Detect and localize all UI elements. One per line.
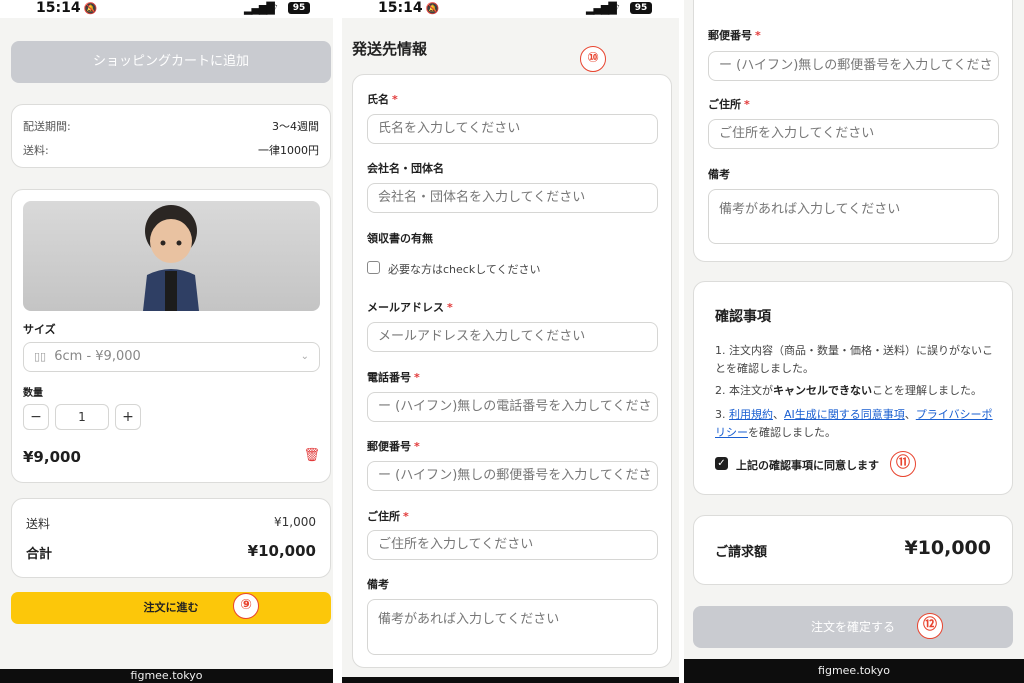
size-label: サイズ bbox=[23, 323, 56, 336]
step-badge-11: ⑪ bbox=[890, 451, 916, 477]
proceed-button-label: 注文に進む bbox=[143, 601, 199, 614]
confirm-item-2: 2. 本注文がキャンセルできないことを理解しました。 bbox=[715, 384, 982, 397]
site-footer: figmee.tokyo bbox=[684, 659, 1024, 683]
quantity-input[interactable]: 1 bbox=[55, 404, 109, 430]
postal-input[interactable]: ー (ハイフン)無しの郵便番号を入力してくださ bbox=[367, 461, 658, 491]
add-to-cart-button[interactable]: ショッピングカートに追加 bbox=[11, 41, 331, 83]
quantity-minus-button[interactable]: − bbox=[23, 404, 49, 430]
billing-label: ご請求額 bbox=[715, 545, 768, 560]
notes-label: 備考 bbox=[708, 168, 730, 181]
proceed-to-order-button[interactable]: 注文に進む bbox=[11, 592, 331, 624]
wifi-icon: ⌔ bbox=[610, 1, 622, 15]
step-badge-12: ⑫ bbox=[917, 613, 943, 639]
page-title: 発送先情報 bbox=[352, 40, 428, 58]
total-label: 合計 bbox=[26, 547, 53, 562]
name-input[interactable]: 氏名を入力してください bbox=[367, 114, 658, 144]
receipt-label: 領収書の有無 bbox=[367, 232, 433, 245]
quantity-plus-button[interactable]: + bbox=[115, 404, 141, 430]
shipping-info-card: 配送期間: 3〜4週間 送料: 一律1000円 bbox=[11, 104, 331, 168]
form-card-continued: 郵便番号 * ー (ハイフン)無しの郵便番号を入力してくださ ご住所 * ご住所を入… bbox=[693, 0, 1013, 262]
battery-icon: 95 bbox=[630, 2, 652, 14]
confirm-item-1: 1. 注文内容（商品・数量・価格・送料）に誤りがないことを確認しました。 bbox=[715, 344, 993, 375]
postal-label: 郵便番号 * bbox=[708, 29, 761, 42]
address-label: ご住所 * bbox=[708, 98, 750, 111]
notes-textarea[interactable]: 備考があれば入力してください bbox=[708, 189, 999, 244]
address-label: ご住所 * bbox=[367, 510, 409, 523]
cart-panel: 15:14 🔕 ▂▄▆█ ⌔ 95 ショッピングカートに追加 配送期間: 3〜4週… bbox=[0, 0, 333, 683]
shipping-fee-label: 送料: bbox=[23, 144, 49, 157]
wifi-icon: ⌔ bbox=[268, 1, 280, 15]
postal-input[interactable]: ー (ハイフン)無しの郵便番号を入力してくださ bbox=[708, 51, 999, 81]
size-select[interactable]: ▯▯ 6cm - ¥9,000 ⌄ bbox=[23, 342, 320, 372]
name-label: 氏名 * bbox=[367, 93, 398, 106]
company-input[interactable]: 会社名・団体名を入力してください bbox=[367, 183, 658, 213]
shipping-form-card: 氏名 * 氏名を入力してください 会社名・団体名 会社名・団体名を入力してください… bbox=[352, 74, 672, 668]
company-label: 会社名・団体名 bbox=[367, 162, 444, 175]
email-label: メールアドレス * bbox=[367, 301, 453, 314]
confirm-order-button-label: 注文を確定する bbox=[810, 620, 895, 634]
footer-domain: figmee.tokyo bbox=[130, 669, 203, 682]
phone-label: 電話番号 * bbox=[367, 371, 420, 384]
billing-card: ご請求額 ¥10,000 bbox=[693, 515, 1013, 585]
product-card: サイズ ▯▯ 6cm - ¥9,000 ⌄ 数量 − 1 + ¥9,000 🗑 bbox=[11, 189, 331, 483]
confirmation-title: 確認事項 bbox=[715, 309, 771, 325]
shipping-form-panel: 15:14 🔕 ▂▄▆█ ⌔ 95 発送先情報 ⑩ 氏名 * 氏名を入力してください… bbox=[342, 0, 679, 683]
billing-amount: ¥10,000 bbox=[904, 537, 991, 559]
bottom-bar bbox=[342, 677, 679, 683]
shipping-period-value: 3〜4週間 bbox=[272, 120, 319, 133]
confirm-order-button[interactable]: 注文を確定する bbox=[693, 606, 1013, 648]
footer-domain: figmee.tokyo bbox=[818, 664, 890, 677]
confirm-panel: 郵便番号 * ー (ハイフン)無しの郵便番号を入力してくださ ご住所 * ご住所を入… bbox=[684, 0, 1024, 683]
email-input[interactable]: メールアドレスを入力してください bbox=[367, 322, 658, 352]
no-cancel-emphasis: キャンセルできない bbox=[773, 384, 872, 397]
step-badge-9: ⑨ bbox=[233, 593, 259, 619]
status-bar: 15:14 🔕 ▂▄▆█ ⌔ 95 bbox=[342, 0, 679, 18]
status-time: 15:14 🔕 bbox=[36, 0, 98, 16]
summary-shipping-label: 送料 bbox=[26, 517, 51, 531]
notes-label: 備考 bbox=[367, 578, 389, 591]
silent-bell-icon: 🔕 bbox=[83, 2, 98, 15]
confirm-item-3: 3. 利用規約、AI生成に関する同意事項、プライバシーポリシーを確認しました。 bbox=[715, 408, 993, 439]
status-bar: 15:14 🔕 ▂▄▆█ ⌔ 95 bbox=[0, 0, 333, 18]
quantity-label: 数量 bbox=[23, 388, 43, 399]
product-image bbox=[23, 201, 320, 311]
ai-consent-link[interactable]: AI生成に関する同意事項 bbox=[784, 408, 905, 421]
checkmark-icon: ✓ bbox=[717, 458, 726, 469]
notes-textarea[interactable]: 備考があれば入力してください bbox=[367, 599, 658, 655]
terms-link[interactable]: 利用規約 bbox=[729, 408, 773, 421]
total-value: ¥10,000 bbox=[247, 542, 316, 560]
chevron-down-icon: ⌄ bbox=[300, 351, 309, 362]
summary-shipping-value: ¥1,000 bbox=[274, 515, 316, 529]
shipping-fee-value: 一律1000円 bbox=[258, 144, 319, 157]
agree-checkbox[interactable]: ✓ bbox=[715, 457, 728, 470]
trash-icon[interactable]: 🗑 bbox=[303, 448, 320, 463]
confirmation-card: 確認事項 1. 注文内容（商品・数量・価格・送料）に誤りがないことを確認しました… bbox=[693, 281, 1013, 495]
size-select-value: 6cm - ¥9,000 bbox=[54, 349, 141, 364]
receipt-checkbox[interactable] bbox=[367, 261, 380, 274]
shipping-period-label: 配送期間: bbox=[23, 120, 71, 133]
address-input[interactable]: ご住所を入力してください bbox=[708, 119, 999, 149]
step-badge-10: ⑩ bbox=[580, 46, 606, 72]
phone-input[interactable]: ー (ハイフン)無しの電話番号を入力してくださ bbox=[367, 392, 658, 422]
figure-illustration bbox=[143, 205, 199, 311]
agree-label: 上記の確認事項に同意します bbox=[736, 459, 879, 472]
site-footer: figmee.tokyo bbox=[0, 669, 333, 683]
order-summary-card: 送料 ¥1,000 合計 ¥10,000 bbox=[11, 498, 331, 578]
address-input[interactable]: ご住所を入力してください bbox=[367, 530, 658, 560]
status-time: 15:14 🔕 bbox=[378, 0, 440, 16]
postal-label: 郵便番号 * bbox=[367, 440, 420, 453]
receipt-checkbox-label: 必要な方はcheckしてください bbox=[388, 263, 541, 276]
item-price: ¥9,000 bbox=[23, 448, 81, 466]
battery-icon: 95 bbox=[288, 2, 310, 14]
size-icon: ▯▯ bbox=[34, 350, 47, 363]
silent-bell-icon: 🔕 bbox=[425, 2, 440, 15]
